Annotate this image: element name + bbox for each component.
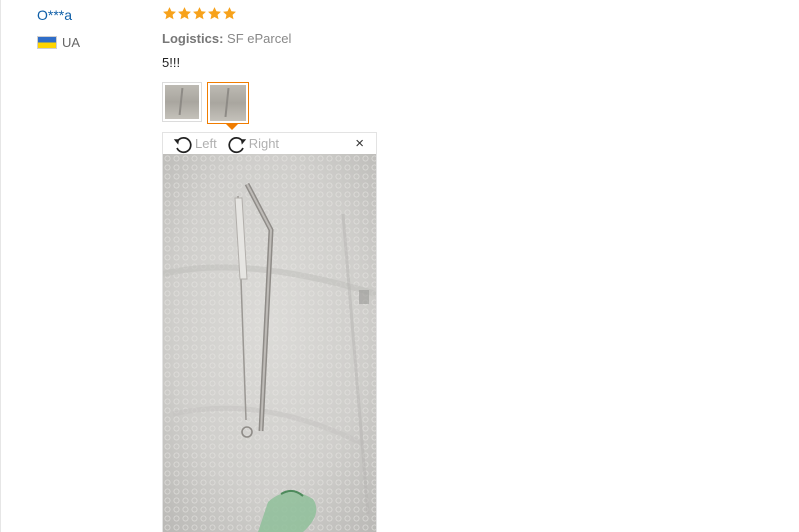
review-text: 5!!! bbox=[162, 55, 181, 70]
star-icon bbox=[208, 7, 221, 20]
thumbnail-image bbox=[210, 85, 246, 121]
logistics-value: SF eParcel bbox=[227, 31, 292, 46]
star-icon bbox=[223, 7, 236, 20]
logistics-label: Logistics: bbox=[162, 31, 224, 46]
viewer-toolbar: Left Right × bbox=[163, 133, 376, 154]
star-icon bbox=[163, 7, 176, 20]
star-icon bbox=[193, 7, 206, 20]
close-icon[interactable]: × bbox=[355, 136, 364, 151]
rotate-right-label: Right bbox=[248, 136, 280, 151]
rotate-left-button[interactable]: Left bbox=[172, 134, 217, 154]
star-rating bbox=[162, 6, 237, 21]
reviewer-country: UA bbox=[37, 35, 80, 50]
review-thumbnail-active[interactable] bbox=[207, 82, 249, 124]
review-thumbnail[interactable] bbox=[162, 82, 202, 122]
straw-photo bbox=[163, 154, 376, 532]
rotate-left-label: Left bbox=[195, 136, 217, 151]
star-icon bbox=[178, 7, 191, 20]
review-item: O***a UA Logistics: SF eParcel 5!!! Left… bbox=[0, 0, 799, 532]
active-thumbnail-indicator bbox=[226, 124, 238, 130]
country-code: UA bbox=[62, 35, 81, 50]
divider bbox=[0, 0, 1, 532]
review-thumbnails bbox=[162, 82, 249, 124]
ukraine-flag-icon bbox=[37, 36, 57, 49]
reviewer-name: O***a bbox=[37, 7, 73, 23]
image-viewer: Left Right × bbox=[162, 132, 377, 532]
thumbnail-image bbox=[165, 85, 199, 119]
rotate-left-icon bbox=[173, 136, 192, 153]
rotate-right-button[interactable]: Right bbox=[226, 134, 279, 154]
rotate-right-icon bbox=[228, 136, 246, 153]
logistics-info: Logistics: SF eParcel bbox=[162, 31, 291, 46]
review-photo bbox=[163, 154, 376, 532]
